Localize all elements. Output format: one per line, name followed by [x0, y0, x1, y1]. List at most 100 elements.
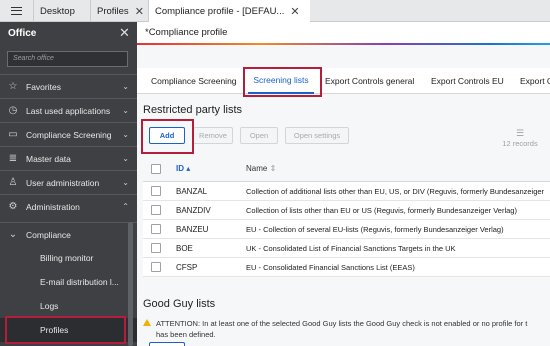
good-guy-lists-title: Good Guy lists [143, 298, 216, 310]
sidebar-title: Office [8, 28, 37, 39]
sidebar-item-compliance-screening[interactable]: ▭ Compliance Screening ⌄ [0, 122, 137, 146]
main-content: *Compliance profile Compliance Screening… [137, 22, 550, 346]
restricted-party-lists-title: Restricted party lists [143, 104, 243, 116]
sidebar-item-user-administration[interactable]: ♙ User administration ⌄ [0, 170, 137, 194]
tab-compliance-screening[interactable]: Compliance Screening [151, 68, 237, 94]
tab-label: Profiles [97, 5, 129, 17]
search-input[interactable]: Search office [7, 51, 128, 67]
tab-profiles[interactable]: Profiles ✕ [90, 0, 148, 22]
sidebar-item-logs[interactable]: Logs [0, 294, 137, 318]
profile-header: *Compliance profile [137, 22, 550, 45]
tab-desktop[interactable]: Desktop [33, 0, 90, 22]
row-checkbox[interactable] [151, 243, 161, 253]
open-button[interactable]: Open [240, 127, 278, 144]
sidebar-item-label: Billing monitor [40, 253, 94, 263]
warning-icon [143, 319, 151, 326]
chevron-up-icon: ⌃ [122, 202, 129, 211]
table-row[interactable]: BANZEU EU - Collection of several EU-lis… [143, 220, 550, 239]
sidebar-item-label: Profiles [40, 325, 69, 335]
sidebar-item-last-used[interactable]: ◷ Last used applications ⌄ [0, 98, 137, 122]
table-row[interactable]: BANZAL Collection of additional lists ot… [143, 182, 550, 201]
tab-export-controls-general[interactable]: Export Controls general [325, 68, 414, 94]
tab-label: Compliance profile - [DEFAU... [155, 6, 285, 17]
top-tab-bar: Desktop Profiles ✕ Compliance profile - … [0, 0, 550, 23]
sidebar-item-label: Administration [26, 201, 80, 212]
column-header-id[interactable]: ID ▴ [176, 164, 190, 173]
chevron-down-icon: ⌄ [8, 229, 18, 240]
row-id: BANZDIV [176, 206, 211, 215]
row-name: Collection of lists other than EU or US … [246, 206, 517, 215]
tab-label: Export Controls EU [431, 76, 504, 86]
sidebar-item-label: User administration [26, 177, 100, 188]
sidebar-item-label: Favorites [26, 81, 61, 92]
accent-divider [137, 43, 550, 45]
warning-text: has been defined. [156, 330, 216, 339]
sort-asc-icon: ▴ [186, 164, 191, 173]
table-row[interactable]: CFSP EU - Consolidated Financial Sanctio… [143, 258, 550, 277]
sidebar-group-compliance[interactable]: ⌄ Compliance [0, 222, 137, 246]
row-id: BANZAL [176, 187, 208, 196]
sidebar-item-profiles[interactable]: Profiles [0, 318, 137, 342]
tab-label: Export Controls general [325, 76, 415, 86]
row-checkbox[interactable] [151, 186, 161, 196]
tab-compliance-profile[interactable]: Compliance profile - [DEFAU... ✕ [148, 0, 310, 23]
chevron-down-icon: ⌄ [122, 154, 129, 163]
sort-icon: ⇕ [269, 164, 277, 173]
sidebar-item-label: Logs [40, 301, 59, 311]
tab-label: Screening lists [253, 75, 309, 85]
tab-export-controls-eu[interactable]: Export Controls EU [431, 68, 504, 94]
row-id: BANZEU [176, 225, 209, 234]
select-all-checkbox[interactable] [151, 164, 161, 174]
sidebar-scrollbar[interactable] [128, 222, 133, 346]
tab-label: Export C [520, 76, 550, 86]
close-icon[interactable]: ✕ [290, 5, 299, 18]
sidebar-item-label: E-mail distribution l... [40, 277, 119, 287]
chevron-down-icon: ⌄ [122, 178, 129, 187]
gear-icon: ⚙ [8, 201, 18, 212]
subtab-bar: Compliance Screening Screening lists Exp… [137, 68, 550, 94]
user-icon: ♙ [8, 177, 18, 188]
hamburger-menu-icon[interactable] [0, 0, 33, 22]
sidebar: Office ✕ Search office ☆ Favorites ⌄ ◷ L… [0, 22, 137, 346]
row-name: EU - Consolidated Financial Sanctions Li… [246, 263, 415, 272]
chevron-down-icon: ⌄ [122, 106, 129, 115]
database-icon: ≣ [8, 153, 18, 164]
open-settings-button[interactable]: Open settings [285, 127, 349, 144]
sidebar-item-label: Compliance Screening [26, 129, 112, 140]
row-checkbox[interactable] [151, 224, 161, 234]
row-checkbox[interactable] [151, 205, 161, 215]
chevron-down-icon: ⌄ [122, 130, 129, 139]
good-guy-add-button[interactable] [149, 342, 185, 346]
tab-screening-lists[interactable]: Screening lists [248, 68, 314, 94]
app-root: Desktop Profiles ✕ Compliance profile - … [0, 0, 550, 346]
chevron-down-icon: ⌄ [122, 82, 129, 91]
column-header-name[interactable]: Name ⇕ [246, 164, 276, 173]
star-icon: ☆ [8, 81, 18, 92]
sidebar-item-billing-monitor[interactable]: Billing monitor [0, 246, 137, 270]
tab-export-controls-more[interactable]: Export C [520, 68, 550, 94]
tab-label: Compliance Screening [151, 76, 237, 86]
records-count: ☰ 12 records [495, 128, 545, 148]
row-id: CFSP [176, 263, 198, 272]
warning-text: ATTENTION: In at least one of the select… [156, 319, 528, 328]
sidebar-item-label: Last used applications [26, 105, 111, 116]
sidebar-item-favorites[interactable]: ☆ Favorites ⌄ [0, 74, 137, 98]
page-title: *Compliance profile [145, 27, 228, 38]
table-row[interactable]: BOE UK - Consolidated List of Financial … [143, 239, 550, 258]
column-label: ID [176, 164, 184, 173]
table-row[interactable]: BANZDIV Collection of lists other than E… [143, 201, 550, 220]
table-header: ID ▴ Name ⇕ [143, 154, 550, 182]
clock-icon: ◷ [8, 105, 18, 116]
column-label: Name [246, 164, 268, 173]
close-icon[interactable]: ✕ [119, 25, 130, 41]
sidebar-group-label: Compliance [26, 229, 71, 240]
row-checkbox[interactable] [151, 262, 161, 272]
remove-button[interactable]: Remove [193, 127, 233, 144]
row-id: BOE [176, 244, 193, 253]
sidebar-item-administration[interactable]: ⚙ Administration ⌃ [0, 194, 137, 218]
add-button[interactable]: Add [149, 127, 185, 144]
close-icon[interactable]: ✕ [135, 5, 144, 18]
sidebar-item-email-distribution[interactable]: E-mail distribution l... [0, 270, 137, 294]
row-name: Collection of additional lists other tha… [246, 187, 545, 196]
sidebar-item-master-data[interactable]: ≣ Master data ⌄ [0, 146, 137, 170]
